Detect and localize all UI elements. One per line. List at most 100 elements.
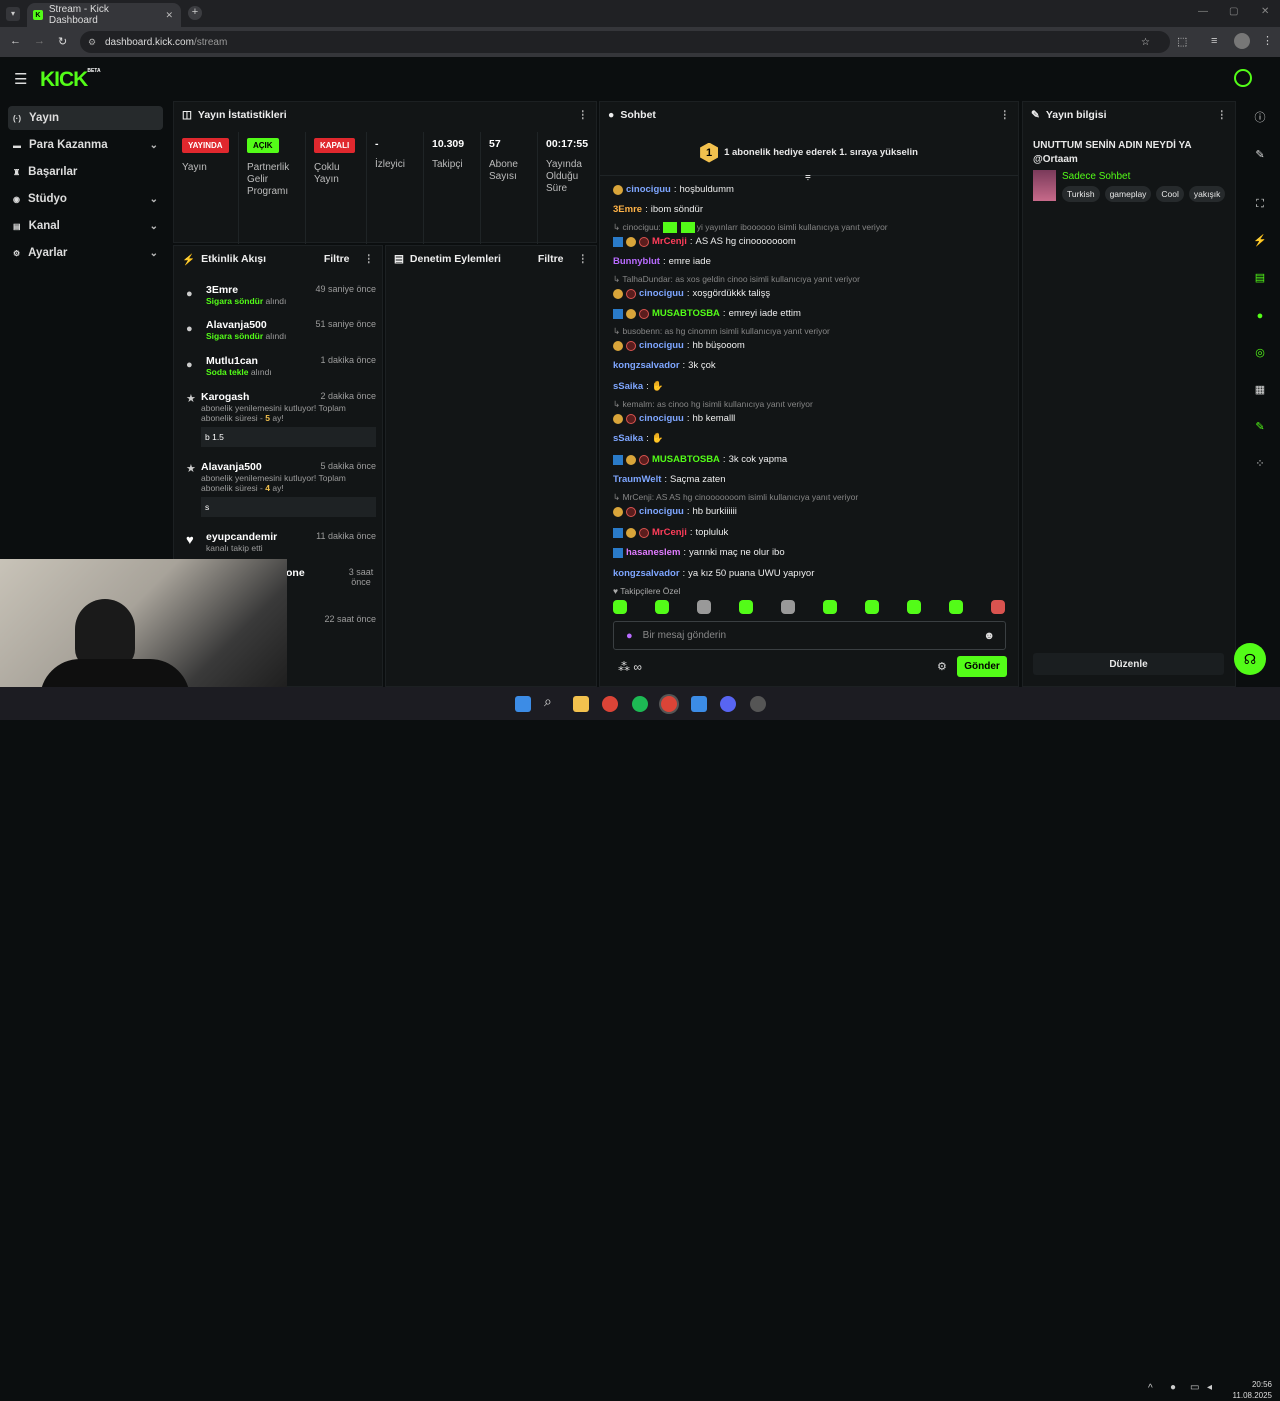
tag[interactable]: Turkish <box>1062 186 1100 202</box>
user-account-icon[interactable] <box>1234 69 1252 87</box>
chat-username[interactable]: cinociguu <box>626 184 671 195</box>
filter-button[interactable]: Filtre <box>324 253 350 265</box>
sidebar-item-basarilar[interactable]: ♜ Başarılar <box>8 160 163 184</box>
discord-icon[interactable] <box>720 696 736 712</box>
chat-username[interactable]: TraumWelt <box>613 474 661 485</box>
emote-icon[interactable] <box>823 600 837 614</box>
minimize-icon[interactable]: — <box>1198 6 1208 17</box>
emote-icon[interactable] <box>865 600 879 614</box>
hamburger-menu-icon[interactable]: ☰ <box>14 70 27 88</box>
emote-icon[interactable] <box>697 600 711 614</box>
info-icon[interactable]: ⓘ <box>1252 110 1268 126</box>
reading-list-icon[interactable]: ≡ <box>1211 35 1217 47</box>
chat-username[interactable]: kongzsalvador <box>613 360 680 371</box>
back-icon[interactable]: ← <box>10 35 21 47</box>
sidebar-item-kanal[interactable]: ▤ Kanal ⌄ <box>8 214 163 238</box>
chat-username[interactable]: sSaika <box>613 433 643 444</box>
send-button[interactable]: Gönder <box>957 656 1007 677</box>
layout-icon[interactable]: ▦ <box>1252 382 1268 398</box>
clock[interactable]: 20:56 11.08.2025 <box>1222 1379 1272 1401</box>
chat-username[interactable]: cinociguu <box>639 340 684 351</box>
chat-username[interactable]: hasaneslem <box>626 547 680 558</box>
extensions-icon[interactable]: ⬚ <box>1177 35 1187 48</box>
emote-icon[interactable] <box>991 600 1005 614</box>
network-icon[interactable]: ▭ <box>1190 1382 1199 1393</box>
chat-username[interactable]: kongzsalvador <box>613 568 680 579</box>
chrome-active-icon[interactable] <box>661 696 677 712</box>
chat-username[interactable]: sSaika <box>613 381 643 392</box>
emote-icon[interactable] <box>949 600 963 614</box>
broadcast-icon[interactable]: ◎ <box>1252 345 1268 361</box>
dots-icon[interactable]: ⁘ <box>1252 456 1268 472</box>
close-window-icon[interactable]: ✕ <box>1261 6 1269 17</box>
browser-tab[interactable]: K Stream - Kick Dashboard ✕ <box>27 3 181 27</box>
emote-icon[interactable] <box>613 600 627 614</box>
pinned-collapse-icon[interactable]: ⩦ <box>805 171 811 182</box>
emote-icon[interactable] <box>739 600 753 614</box>
site-info-icon[interactable]: ⚙ <box>88 37 96 48</box>
tag[interactable]: Cool <box>1156 186 1184 202</box>
app-icon[interactable] <box>691 696 707 712</box>
chat-username[interactable]: MrCenji <box>652 527 687 538</box>
category-name[interactable]: Sadece Sohbet <box>1062 171 1130 182</box>
spotify-icon[interactable] <box>632 696 648 712</box>
more-options-icon[interactable]: ⋮ <box>364 253 375 265</box>
sidebar-item-ayarlar[interactable]: ⚙ Ayarlar ⌄ <box>8 241 163 265</box>
sidebar-item-para-kazanma[interactable]: ▬ Para Kazanma ⌄ <box>8 133 163 157</box>
more-options-icon[interactable]: ⋮ <box>1000 109 1011 121</box>
kick-logo[interactable]: KICKBETA <box>40 68 101 92</box>
chat-username[interactable]: cinociguu <box>639 288 684 299</box>
pen-icon[interactable]: ✎ <box>1252 147 1268 163</box>
browser-menu-icon[interactable]: ⋮ <box>1262 34 1273 47</box>
volume-icon[interactable]: ◂ <box>1207 1382 1212 1393</box>
sidebar-item-studyo[interactable]: ◉ Stüdyo ⌄ <box>8 187 163 211</box>
app-icon[interactable] <box>750 696 766 712</box>
chevron-down-icon[interactable]: ⌄ <box>150 221 158 232</box>
emote-icon[interactable] <box>781 600 795 614</box>
emote-icon[interactable] <box>655 600 669 614</box>
chat-username[interactable]: MrCenji <box>652 236 687 247</box>
more-options-icon[interactable]: ⋮ <box>578 253 589 265</box>
chevron-down-icon[interactable]: ⌄ <box>150 140 158 151</box>
edit-button[interactable]: Düzenle <box>1033 653 1224 675</box>
lightning-icon[interactable]: ⚡ <box>1252 233 1268 249</box>
more-options-icon[interactable]: ⋮ <box>578 109 589 121</box>
wrench-icon[interactable]: ✎ <box>1252 419 1268 435</box>
filter-button[interactable]: Filtre <box>538 253 564 265</box>
chat-icon[interactable]: ● <box>1252 308 1268 324</box>
maximize-icon[interactable]: ▢ <box>1229 6 1238 17</box>
chat-username[interactable]: 3Emre <box>613 204 642 215</box>
file-explorer-icon[interactable] <box>573 696 589 712</box>
chat-settings-icon[interactable]: ⚙ <box>937 660 947 673</box>
reload-icon[interactable]: ↻ <box>58 35 67 48</box>
close-tab-icon[interactable]: ✕ <box>165 10 173 21</box>
search-icon[interactable]: ⌕ <box>544 693 560 709</box>
microphone-icon[interactable]: ● <box>626 630 633 642</box>
emoji-picker-icon[interactable]: ☻ <box>983 630 995 642</box>
chrome-icon[interactable] <box>602 696 618 712</box>
chat-username[interactable]: MUSABTOSBA <box>652 454 720 465</box>
chat-username[interactable]: Bunnyblut <box>613 256 660 267</box>
bookmark-star-icon[interactable]: ☆ <box>1141 37 1150 48</box>
windows-start-icon[interactable] <box>515 696 531 712</box>
sidebar-item-yayin[interactable]: (·) Yayın <box>8 106 163 130</box>
microphone-icon[interactable]: ● <box>1170 1382 1176 1393</box>
chat-input[interactable]: ● Bir mesaj gönderin ☻ <box>613 621 1006 650</box>
emote-icon[interactable] <box>907 600 921 614</box>
profile-avatar[interactable] <box>1234 33 1250 49</box>
points-icon[interactable]: ⁂ ∞ <box>618 660 642 674</box>
chevron-down-icon[interactable]: ⌄ <box>150 194 158 205</box>
url-input[interactable]: ⚙ dashboard.kick.com/stream ☆ <box>80 31 1170 53</box>
chat-username[interactable]: MUSABTOSBA <box>652 308 720 319</box>
tab-search-button[interactable]: ▾ <box>6 7 20 21</box>
tag[interactable]: yakışık <box>1188 186 1226 202</box>
forward-icon[interactable]: → <box>34 35 45 47</box>
new-tab-button[interactable]: + <box>188 6 202 20</box>
gift-banner[interactable]: 1 1 abonelik hediye ederek 1. sıraya yük… <box>600 130 1018 176</box>
tag[interactable]: gameplay <box>1104 186 1152 202</box>
chat-username[interactable]: cinociguu <box>639 506 684 517</box>
fullscreen-icon[interactable]: ⛶ <box>1252 196 1268 212</box>
document-icon[interactable]: ▤ <box>1252 270 1268 286</box>
more-options-icon[interactable]: ⋮ <box>1217 109 1228 121</box>
chat-username[interactable]: cinociguu <box>639 413 684 424</box>
